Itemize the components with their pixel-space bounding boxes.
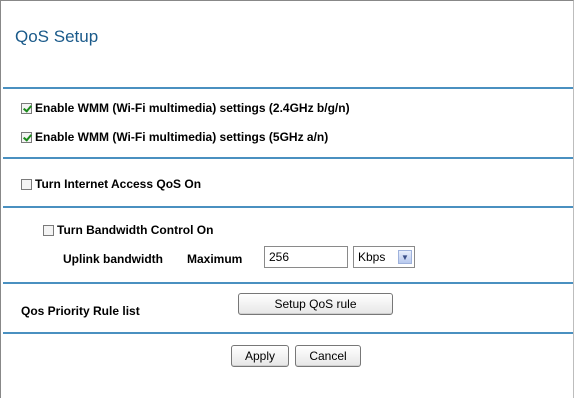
bandwidth-control-label: Turn Bandwidth Control On	[57, 223, 214, 237]
internet-qos-checkbox[interactable]	[21, 178, 32, 190]
uplink-bandwidth-input[interactable]: 256	[264, 246, 348, 268]
divider	[3, 87, 573, 89]
wmm-24ghz-checkbox[interactable]	[21, 102, 32, 114]
wmm-24ghz-label: Enable WMM (Wi-Fi multimedia) settings (…	[35, 101, 350, 115]
bandwidth-control-row: Turn Bandwidth Control On	[43, 223, 213, 237]
divider	[3, 282, 573, 284]
apply-button[interactable]: Apply	[231, 345, 289, 367]
bandwidth-unit-value: Kbps	[358, 250, 386, 264]
divider	[3, 157, 573, 159]
bandwidth-unit-select[interactable]: Kbps ▼	[353, 246, 415, 268]
setup-qos-rule-button[interactable]: Setup QoS rule	[238, 293, 393, 315]
divider	[3, 206, 573, 208]
internet-qos-row: Turn Internet Access QoS On	[21, 177, 201, 191]
chevron-down-icon: ▼	[398, 250, 412, 264]
internet-qos-label: Turn Internet Access QoS On	[35, 177, 202, 191]
wmm-24ghz-row: Enable WMM (Wi-Fi multimedia) settings (…	[21, 101, 350, 115]
wmm-5ghz-row: Enable WMM (Wi-Fi multimedia) settings (…	[21, 130, 328, 144]
bandwidth-control-checkbox[interactable]	[43, 224, 54, 236]
uplink-label: Uplink bandwidth	[63, 252, 163, 266]
cancel-button[interactable]: Cancel	[295, 345, 361, 367]
divider	[3, 332, 573, 334]
wmm-5ghz-label: Enable WMM (Wi-Fi multimedia) settings (…	[35, 130, 329, 144]
page-title: QoS Setup	[15, 27, 99, 46]
wmm-5ghz-checkbox[interactable]	[21, 131, 32, 143]
qos-setup-panel: QoS Setup Enable WMM (Wi-Fi multimedia) …	[0, 0, 574, 398]
priority-rule-label: Qos Priority Rule list	[21, 304, 140, 318]
maximum-label: Maximum	[187, 252, 243, 266]
